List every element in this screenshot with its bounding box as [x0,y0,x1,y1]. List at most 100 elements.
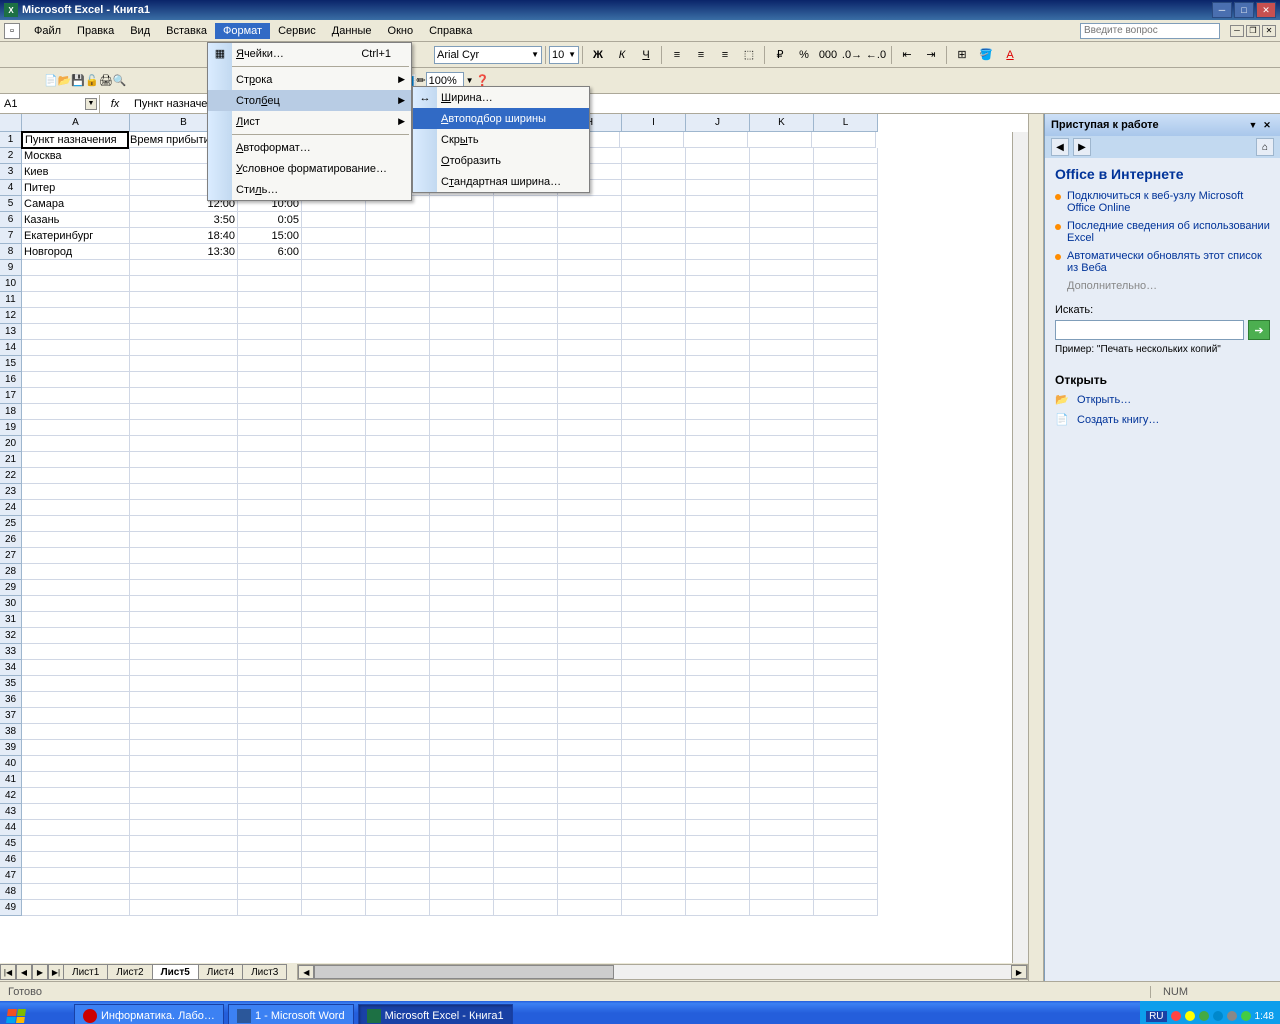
cell[interactable] [558,420,622,436]
cell[interactable] [366,740,430,756]
row-header[interactable]: 8 [0,244,22,260]
row-header[interactable]: 19 [0,420,22,436]
cell[interactable] [622,228,686,244]
taskpane-search-button[interactable]: ➔ [1248,320,1270,340]
cell[interactable] [558,372,622,388]
cell[interactable] [302,276,366,292]
cell[interactable] [750,356,814,372]
cell[interactable] [750,548,814,564]
font-color-button[interactable]: A [999,44,1021,66]
row-header[interactable]: 21 [0,452,22,468]
cell[interactable] [814,612,878,628]
cell[interactable] [430,500,494,516]
cell[interactable] [366,836,430,852]
cell[interactable] [622,244,686,260]
underline-button[interactable]: Ч [635,44,657,66]
cell[interactable] [130,436,238,452]
cell[interactable] [750,804,814,820]
borders-button[interactable]: ⊞ [951,44,973,66]
cell[interactable] [494,660,558,676]
increase-indent-button[interactable]: ⇥ [920,44,942,66]
cell[interactable] [302,228,366,244]
cell[interactable] [686,340,750,356]
cell[interactable] [814,212,878,228]
cell[interactable]: Екатеринбург [22,228,130,244]
cell[interactable] [366,724,430,740]
cell[interactable] [558,484,622,500]
cell[interactable] [750,180,814,196]
cell[interactable]: 0:05 [238,212,302,228]
cell[interactable] [238,500,302,516]
cell[interactable] [750,580,814,596]
cell[interactable] [430,292,494,308]
cell[interactable] [814,180,878,196]
cell[interactable] [302,660,366,676]
row-header[interactable]: 43 [0,804,22,820]
cell[interactable] [22,708,130,724]
cell[interactable] [814,356,878,372]
cell[interactable] [558,836,622,852]
cell[interactable] [622,388,686,404]
cell[interactable] [302,308,366,324]
cell[interactable] [622,324,686,340]
cell[interactable] [302,212,366,228]
cell[interactable] [494,260,558,276]
cell[interactable] [366,276,430,292]
cell[interactable] [814,516,878,532]
cell[interactable] [22,420,130,436]
menu-format[interactable]: Формат [215,23,270,39]
row-header[interactable]: 37 [0,708,22,724]
cell[interactable] [750,276,814,292]
cell[interactable] [22,884,130,900]
cell[interactable] [430,308,494,324]
maximize-button[interactable]: □ [1234,2,1254,18]
cell[interactable] [430,900,494,916]
cell[interactable] [22,836,130,852]
cell[interactable] [22,676,130,692]
cell[interactable] [686,532,750,548]
cell[interactable] [430,564,494,580]
cell[interactable] [238,468,302,484]
cell[interactable] [22,740,130,756]
select-all-corner[interactable] [0,114,22,132]
cell[interactable] [494,452,558,468]
cell[interactable] [366,804,430,820]
cell[interactable]: Пункт назначения [21,131,129,149]
cell[interactable] [558,820,622,836]
cell[interactable] [130,660,238,676]
cell[interactable] [366,420,430,436]
cell[interactable] [622,212,686,228]
cell[interactable] [622,820,686,836]
tray-icon[interactable] [1199,1011,1209,1021]
cell[interactable] [558,452,622,468]
cell[interactable] [750,628,814,644]
cell[interactable] [22,692,130,708]
cell[interactable] [302,884,366,900]
cell[interactable] [302,388,366,404]
cell[interactable] [366,484,430,500]
link-excel-news[interactable]: Последние сведения об использовании Exce… [1067,220,1270,244]
create-workbook-link[interactable]: 📄 Создать книгу… [1055,413,1270,427]
cell[interactable]: Самара [22,196,130,212]
horizontal-scrollbar[interactable]: ◀ ▶ [297,964,1028,980]
cell[interactable] [130,836,238,852]
cell[interactable] [814,420,878,436]
row-header[interactable]: 24 [0,500,22,516]
cell[interactable] [22,484,130,500]
cell[interactable] [814,868,878,884]
cell[interactable] [814,500,878,516]
cell[interactable] [494,372,558,388]
cell[interactable] [366,548,430,564]
taskpane-search-input[interactable] [1055,320,1244,340]
taskpane-dropdown-icon[interactable]: ▼ [1246,118,1260,132]
cell[interactable] [814,548,878,564]
cell[interactable] [22,804,130,820]
cell[interactable] [686,724,750,740]
col-header-K[interactable]: K [750,114,814,132]
row-header[interactable]: 31 [0,612,22,628]
row-header[interactable]: 10 [0,276,22,292]
cell[interactable] [130,548,238,564]
cell[interactable] [22,340,130,356]
cell[interactable] [238,420,302,436]
cell[interactable] [130,420,238,436]
